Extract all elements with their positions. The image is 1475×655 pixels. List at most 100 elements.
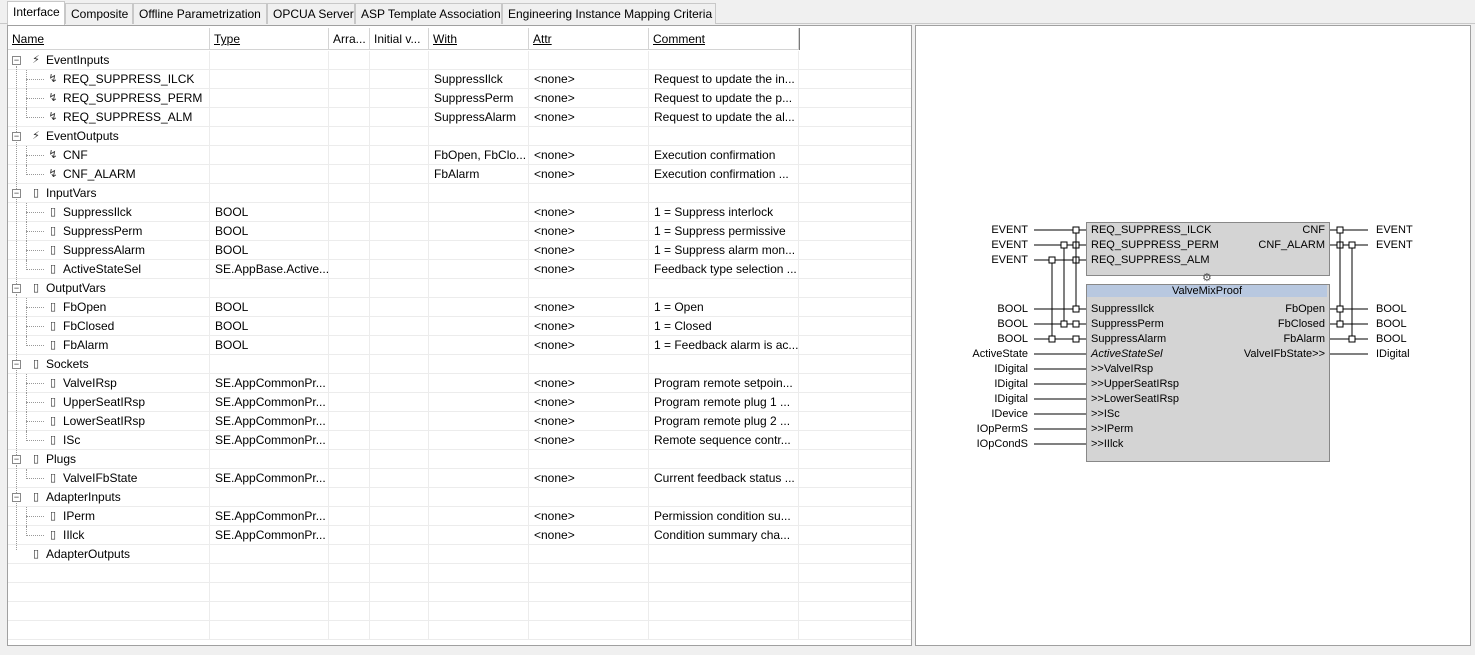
data-input-with-pin[interactable]	[1072, 320, 1080, 328]
collapse-toggle-icon[interactable]: −	[12, 455, 21, 464]
with-cell[interactable]	[429, 317, 529, 336]
column-header-with[interactable]: With	[429, 28, 529, 50]
comment-cell[interactable]: 1 = Suppress alarm mon...	[649, 241, 799, 260]
array-cell[interactable]	[329, 469, 370, 488]
with-cell[interactable]: SuppressPerm	[429, 89, 529, 108]
array-cell[interactable]	[329, 89, 370, 108]
collapse-toggle-icon[interactable]: −	[12, 493, 21, 502]
tab-interface[interactable]: Interface	[7, 1, 65, 25]
event-with-pin[interactable]	[1336, 226, 1344, 234]
table-row[interactable]: ▯ FbClosed BOOL <none> 1 = Closed	[8, 317, 911, 336]
column-header-attr[interactable]: Attr	[529, 28, 649, 50]
table-row[interactable]: ▯ SuppressAlarm BOOL <none> 1 = Suppress ala…	[8, 241, 911, 260]
column-header-initial-value[interactable]: Initial v...	[370, 28, 429, 50]
attr-cell[interactable]: <none>	[529, 222, 649, 241]
attr-cell[interactable]: <none>	[529, 317, 649, 336]
attr-cell[interactable]: <none>	[529, 431, 649, 450]
column-header-name[interactable]: Name	[8, 28, 210, 50]
array-cell[interactable]	[329, 317, 370, 336]
table-row[interactable]: ▯ IPerm SE.AppCommonPr... <none> Permission …	[8, 507, 911, 526]
tab-asp-template-association[interactable]: ASP Template Association	[355, 3, 502, 24]
type-cell[interactable]: BOOL	[210, 317, 329, 336]
attr-cell[interactable]: <none>	[529, 469, 649, 488]
array-cell[interactable]	[329, 260, 370, 279]
comment-cell[interactable]: Current feedback status ...	[649, 469, 799, 488]
comment-cell[interactable]: 1 = Feedback alarm is ac...	[649, 336, 799, 355]
comment-cell[interactable]: Request to update the p...	[649, 89, 799, 108]
comment-cell[interactable]: 1 = Suppress interlock	[649, 203, 799, 222]
table-row[interactable]: ▯ LowerSeatIRsp SE.AppCommonPr... <none> Pro…	[8, 412, 911, 431]
table-row[interactable]: ▯ SuppressIlck BOOL <none> 1 = Suppress inte…	[8, 203, 911, 222]
column-header-comment[interactable]: Comment	[649, 28, 799, 50]
table-row[interactable]: ▯ ISc SE.AppCommonPr... <none> Remote sequen…	[8, 431, 911, 450]
initial-cell[interactable]	[370, 203, 429, 222]
initial-cell[interactable]	[370, 526, 429, 545]
array-cell[interactable]	[329, 222, 370, 241]
event-with-pin[interactable]	[1060, 241, 1068, 249]
comment-cell[interactable]: Feedback type selection ...	[649, 260, 799, 279]
attr-cell[interactable]: <none>	[529, 393, 649, 412]
table-row[interactable]: ▯ UpperSeatIRsp SE.AppCommonPr... <none> Pro…	[8, 393, 911, 412]
type-cell[interactable]	[210, 70, 329, 89]
attr-cell[interactable]: <none>	[529, 70, 649, 89]
with-cell[interactable]: FbAlarm	[429, 165, 529, 184]
type-cell[interactable]: BOOL	[210, 298, 329, 317]
data-with-pin[interactable]	[1336, 305, 1344, 313]
tab-offline-parametrization[interactable]: Offline Parametrization	[133, 3, 267, 24]
with-cell[interactable]: SuppressAlarm	[429, 108, 529, 127]
event-with-pin[interactable]	[1048, 256, 1056, 264]
type-cell[interactable]	[210, 146, 329, 165]
initial-cell[interactable]	[370, 222, 429, 241]
table-row[interactable]: ↯ REQ_SUPPRESS_ALM SuppressAlarm <none> Requ…	[8, 108, 911, 127]
tree-group-row[interactable]: ▯ AdapterOutputs	[8, 545, 911, 564]
table-row[interactable]: ↯ CNF_ALARM FbAlarm <none> Execution confirm…	[8, 165, 911, 184]
initial-cell[interactable]	[370, 374, 429, 393]
comment-cell[interactable]: Permission condition su...	[649, 507, 799, 526]
type-cell[interactable]: SE.AppCommonPr...	[210, 469, 329, 488]
initial-cell[interactable]	[370, 241, 429, 260]
collapse-toggle-icon[interactable]: −	[12, 284, 21, 293]
attr-cell[interactable]: <none>	[529, 241, 649, 260]
attr-cell[interactable]: <none>	[529, 203, 649, 222]
initial-cell[interactable]	[370, 412, 429, 431]
data-with-pin[interactable]	[1072, 305, 1080, 313]
data-with-pin[interactable]	[1048, 335, 1056, 343]
attr-cell[interactable]: <none>	[529, 260, 649, 279]
initial-cell[interactable]	[370, 393, 429, 412]
type-cell[interactable]: SE.AppCommonPr...	[210, 374, 329, 393]
table-row[interactable]: ▯ ActiveStateSel SE.AppBase.Active... <none…	[8, 260, 911, 279]
data-with-pin[interactable]	[1336, 320, 1344, 328]
attr-cell[interactable]: <none>	[529, 89, 649, 108]
with-cell[interactable]	[429, 393, 529, 412]
table-row[interactable]: ▯ IIlck SE.AppCommonPr... <none> Condition s…	[8, 526, 911, 545]
collapse-toggle-icon[interactable]: −	[12, 132, 21, 141]
array-cell[interactable]	[329, 108, 370, 127]
initial-cell[interactable]	[370, 89, 429, 108]
with-cell[interactable]	[429, 336, 529, 355]
with-cell[interactable]	[429, 241, 529, 260]
with-cell[interactable]	[429, 507, 529, 526]
initial-cell[interactable]	[370, 336, 429, 355]
comment-cell[interactable]: Request to update the al...	[649, 108, 799, 127]
array-cell[interactable]	[329, 412, 370, 431]
type-cell[interactable]: SE.AppCommonPr...	[210, 412, 329, 431]
type-cell[interactable]: SE.AppCommonPr...	[210, 526, 329, 545]
interface-tree-table[interactable]: Name Type Arra... Initial v... With Attr…	[7, 25, 912, 646]
array-cell[interactable]	[329, 203, 370, 222]
tab-engineering-instance-mapping-criteria[interactable]: Engineering Instance Mapping Criteria	[502, 3, 716, 24]
array-cell[interactable]	[329, 165, 370, 184]
data-with-pin[interactable]	[1348, 335, 1356, 343]
with-cell[interactable]	[429, 431, 529, 450]
table-row[interactable]: ▯ FbAlarm BOOL <none> 1 = Feedback alarm is …	[8, 336, 911, 355]
type-cell[interactable]	[210, 165, 329, 184]
type-cell[interactable]: SE.AppBase.Active...	[210, 260, 329, 279]
attr-cell[interactable]: <none>	[529, 374, 649, 393]
comment-cell[interactable]: Execution confirmation	[649, 146, 799, 165]
initial-cell[interactable]	[370, 260, 429, 279]
collapse-toggle-icon[interactable]: −	[12, 189, 21, 198]
type-cell[interactable]: BOOL	[210, 336, 329, 355]
attr-cell[interactable]: <none>	[529, 336, 649, 355]
collapse-toggle-icon[interactable]: −	[12, 56, 21, 65]
comment-cell[interactable]: Remote sequence contr...	[649, 431, 799, 450]
array-cell[interactable]	[329, 431, 370, 450]
